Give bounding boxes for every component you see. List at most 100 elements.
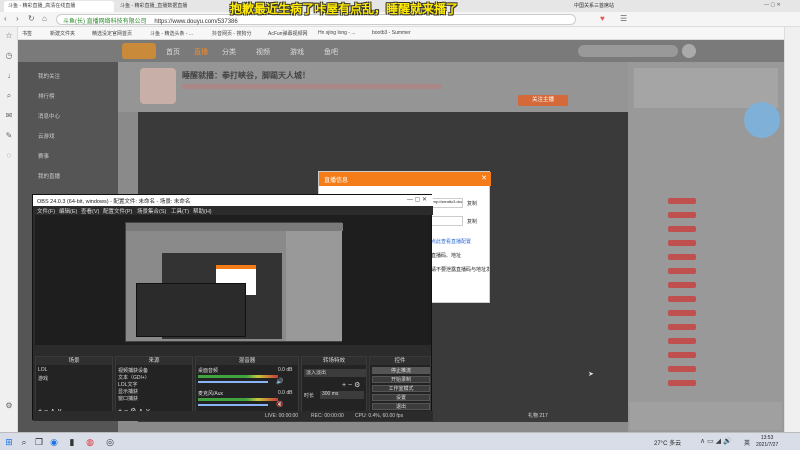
nav-games[interactable]: 游戏 <box>290 47 304 57</box>
sidebar-item-mylive[interactable]: 我的直播 <box>38 172 60 180</box>
chat-icon[interactable]: ◌ <box>4 151 14 161</box>
task-view-icon[interactable]: ❐ <box>33 436 45 448</box>
sidebar-item-follow[interactable]: 我的关注 <box>38 72 60 80</box>
obs-menu-view[interactable]: 查看(V) <box>81 207 99 215</box>
copy-address-button[interactable]: 复制 <box>467 200 477 207</box>
sidebar-item-events[interactable]: 赛事 <box>38 152 49 160</box>
scenes-dock-title: 场景 <box>36 357 112 365</box>
bookmark-item[interactable]: AcFun弹幕视频网 <box>268 30 307 37</box>
douyu-logo[interactable] <box>122 43 156 59</box>
follow-button[interactable]: 关注主播 <box>518 95 568 106</box>
scene-item[interactable]: LOL <box>38 367 47 373</box>
forward-icon[interactable]: › <box>16 14 19 23</box>
browser-tab-1[interactable]: 斗鱼 - 精彩直播_高清在线直播 <box>4 1 114 12</box>
obs-icon[interactable]: ◎ <box>104 436 116 448</box>
refresh-icon[interactable]: ↻ <box>28 14 35 23</box>
nav-yuba[interactable]: 鱼吧 <box>324 47 338 57</box>
close-icon[interactable]: ✕ <box>481 174 487 182</box>
nav-video[interactable]: 视频 <box>256 47 270 57</box>
clock-time: 13:53 <box>760 435 774 441</box>
weather-widget[interactable]: 27°C 多云 <box>654 438 681 447</box>
bookmark-item[interactable]: 精选没定官网首页 <box>92 30 132 37</box>
volume-slider[interactable] <box>198 381 268 383</box>
bookmark-item[interactable]: 斗鱼 - 精选头条 - ... <box>150 30 193 37</box>
history-icon[interactable]: ◷ <box>4 51 14 61</box>
volume-slider[interactable] <box>198 404 268 406</box>
speaker-icon[interactable]: 🔊 <box>276 378 283 385</box>
chat-user-badge <box>668 198 696 204</box>
obs-menu-edit[interactable]: 编辑(E) <box>59 207 77 215</box>
stop-streaming-button[interactable]: 停止推流 <box>372 367 430 374</box>
obs-preview[interactable] <box>35 215 431 345</box>
bookmark-item[interactable]: 书签 <box>22 30 32 37</box>
window-controls-icon[interactable]: — ▢ ✕ <box>760 1 796 12</box>
stream-caption-overlay: 抱歉最近生病了咔屋有点乱，睡醒就来播了 <box>230 2 459 16</box>
source-item[interactable]: 文本（GDI+） <box>118 374 150 381</box>
bookmark-item[interactable]: bootb3 - Summer <box>372 30 411 36</box>
app-icon[interactable]: ▮ <box>66 436 78 448</box>
settings-button[interactable]: 设置 <box>372 394 430 401</box>
netease-music-icon[interactable]: ◍ <box>84 436 96 448</box>
obs-menu-tools[interactable]: 工具(T) <box>171 207 189 215</box>
nav-live[interactable]: 直播 <box>194 47 208 57</box>
nav-home[interactable]: 首页 <box>166 47 180 57</box>
rtmp-address-field[interactable]: rtmp://sendtc3.douyu.com/live <box>429 198 463 208</box>
sidebar-item-messages[interactable]: 消息中心 <box>38 112 60 120</box>
obs-window-controls-icon[interactable]: — ▢ ✕ <box>407 196 427 203</box>
settings-icon[interactable]: ⚙ <box>4 401 14 411</box>
bookmark-item[interactable]: 新建文件夹 <box>50 30 75 37</box>
obs-menu-profile[interactable]: 配置文件(P) <box>103 207 132 215</box>
transition-toolbar-icons[interactable]: + − ⚙ <box>342 381 360 389</box>
copy-key-button[interactable]: 复制 <box>467 218 477 225</box>
chat-input-area[interactable] <box>630 402 782 430</box>
event-badge-icon[interactable] <box>744 102 780 138</box>
nav-category[interactable]: 分类 <box>222 47 236 57</box>
search-icon[interactable]: ⌕ <box>4 91 14 101</box>
download-icon[interactable]: ↓ <box>4 71 14 81</box>
source-item[interactable]: LOL文字 <box>118 381 137 388</box>
stream-key-field[interactable] <box>429 216 463 226</box>
streamer-avatar[interactable] <box>140 68 176 104</box>
dialog-warning: 请不要泄露直播码与地址发生变化。 <box>431 267 489 273</box>
studio-mode-button[interactable]: 工作室模式 <box>372 385 430 392</box>
sidebar-item-cloudgame[interactable]: 云游戏 <box>38 132 55 140</box>
browser-icon[interactable]: ◉ <box>48 436 60 448</box>
start-recording-button[interactable]: 开始录制 <box>372 376 430 383</box>
taskbar-clock[interactable]: 13:53 2021/7/27 <box>756 435 778 449</box>
avatar[interactable] <box>682 44 696 58</box>
source-item[interactable]: 窗口捕获 <box>118 395 138 402</box>
search-icon[interactable]: ⌕ <box>18 436 30 448</box>
collection-icon[interactable]: ☆ <box>4 31 14 41</box>
exit-button[interactable]: 退出 <box>372 403 430 410</box>
scene-item[interactable]: 游戏 <box>38 375 48 382</box>
obs-menu-scene-collection[interactable]: 场景集合(S) <box>137 207 166 215</box>
duration-input[interactable]: 300 ms <box>320 391 364 399</box>
ime-indicator[interactable]: 英 <box>744 438 750 447</box>
obs-menu-help[interactable]: 帮助(H) <box>193 207 212 215</box>
start-icon[interactable]: ⊞ <box>3 436 15 448</box>
sidebar-item-rank[interactable]: 排行榜 <box>38 92 55 100</box>
obs-menu-file[interactable]: 文件(F) <box>37 207 55 215</box>
stream-config-link[interactable]: 点此查看直播配置 <box>431 238 471 245</box>
bookmark-item[interactable]: Hn sjing long - ... <box>318 30 356 36</box>
extension-icon[interactable]: ☰ <box>620 14 627 23</box>
bookmark-item[interactable]: 抖音网页 - 搜狗分 <box>212 30 251 37</box>
obs-menubar: 文件(F) 编辑(E) 查看(V) 配置文件(P) 场景集合(S) 工具(T) … <box>33 206 433 215</box>
transition-select[interactable]: 淡入淡出 <box>304 369 366 377</box>
back-icon[interactable]: ‹ <box>4 14 7 23</box>
douyu-search-input[interactable] <box>578 45 678 57</box>
tray-icons[interactable]: ∧ ▭ ◢ 🔊 <box>700 437 732 445</box>
obs-title: OBS 24.0.3 (64-bit, windows) - 配置文件: 未命名… <box>37 199 191 205</box>
source-item[interactable]: 显示捕获 <box>118 388 138 395</box>
browser-tab-2[interactable]: 斗鱼 - 精彩直播_直播数据直播 <box>116 1 226 12</box>
mic-muted-icon[interactable]: 🔇 <box>276 401 283 408</box>
source-item[interactable]: 视频捕获设备 <box>118 367 148 374</box>
mixer-level-desktop: 0.0 dB <box>278 367 293 373</box>
transitions-dock-title: 转场特效 <box>302 357 366 365</box>
mail-icon[interactable]: ✉ <box>4 111 14 121</box>
favorite-icon[interactable]: ♥ <box>600 14 605 23</box>
notes-icon[interactable]: ✎ <box>4 131 14 141</box>
douyu-top-nav: 首页 直播 分类 视频 游戏 鱼吧 <box>18 40 784 62</box>
chat-panel <box>628 62 784 432</box>
home-icon[interactable]: ⌂ <box>42 14 47 23</box>
